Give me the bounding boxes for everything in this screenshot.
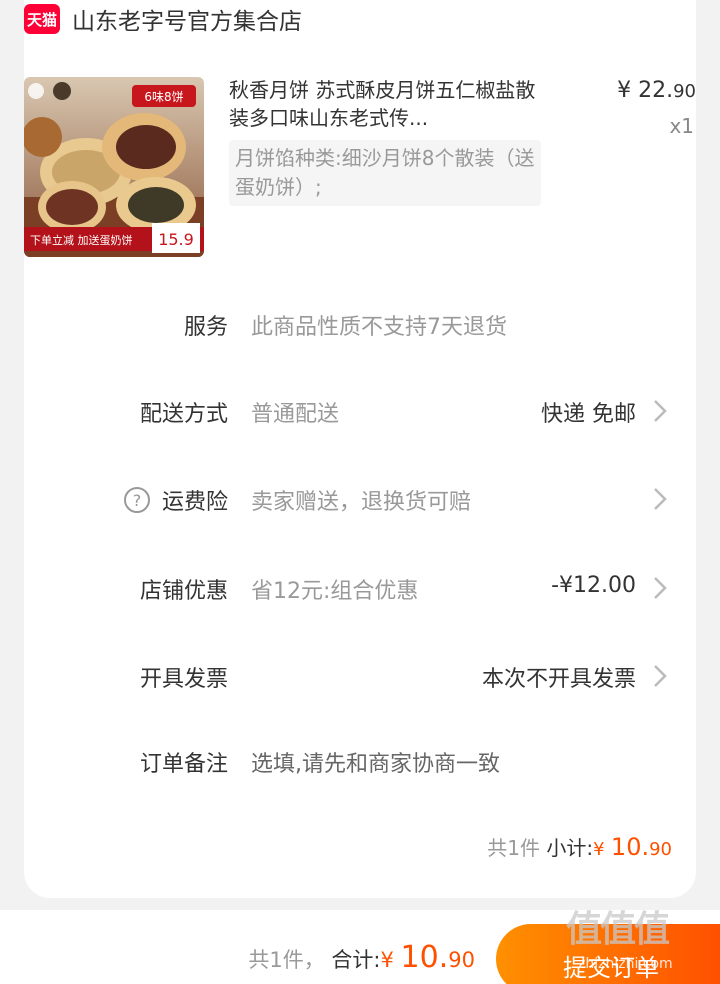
invoice-value[interactable]: 本次不开具发票 xyxy=(482,661,636,693)
chevron-right-icon[interactable] xyxy=(650,573,670,603)
delivery-value: 普通配送 xyxy=(251,402,340,427)
invoice-row[interactable]: 开具发票 本次不开具发票 xyxy=(24,655,696,695)
chevron-right-icon[interactable] xyxy=(650,396,670,426)
insurance-label-wrap: ? 运费险 xyxy=(123,484,228,516)
product-price: ¥ 22.90 xyxy=(617,78,696,103)
watermark-sub: zhizhizhi.com xyxy=(578,956,673,972)
subtotal-int: 10. xyxy=(610,833,650,861)
shop-name[interactable]: 山东老字号官方集合店 xyxy=(72,2,302,36)
product-quantity: x1 xyxy=(669,114,694,138)
image-promo: 下单立减 加送蛋奶饼 xyxy=(30,233,133,247)
subtotal-count: 共1件 xyxy=(487,836,540,860)
subtotal-symbol: ¥ xyxy=(593,839,605,860)
chevron-right-icon[interactable] xyxy=(650,661,670,691)
watermark: 值值值 xyxy=(566,909,670,950)
service-value: 此商品性质不支持7天退货 xyxy=(251,315,507,340)
tmall-logo: 天猫 xyxy=(24,4,60,34)
chevron-right-icon[interactable] xyxy=(650,484,670,514)
price-dec: 90 xyxy=(673,81,696,102)
order-total: 共1件， 合计:¥ 10.90 xyxy=(248,940,475,975)
note-label: 订单备注 xyxy=(139,752,228,777)
image-promo-price: 15.9 xyxy=(158,230,194,249)
total-dec: 90 xyxy=(448,948,475,972)
delivery-row[interactable]: 配送方式 普通配送 快递 免邮 xyxy=(24,390,696,430)
price-int: 22. xyxy=(638,78,674,103)
insurance-label: 运费险 xyxy=(161,490,228,515)
subtotal-label: 小计: xyxy=(546,836,594,860)
delivery-label: 配送方式 xyxy=(139,402,228,427)
service-row: 服务 此商品性质不支持7天退货 xyxy=(24,303,696,343)
total-count: 共1件， xyxy=(248,948,325,972)
insurance-value: 卖家赠送，退换货可赔 xyxy=(251,490,472,515)
help-icon[interactable]: ? xyxy=(123,487,150,513)
insurance-row[interactable]: ? 运费险 卖家赠送，退换货可赔 xyxy=(24,478,696,518)
product-sku[interactable]: 月饼馅种类:细沙月饼8个散装（送蛋奶饼）; xyxy=(229,140,541,206)
discount-row[interactable]: 店铺优惠 省12元:组合优惠 -¥12.00 xyxy=(24,567,696,607)
note-input[interactable]: 选填,请先和商家协商一致 xyxy=(251,746,500,778)
subtotal-dec: 90 xyxy=(649,839,672,860)
discount-label: 店铺优惠 xyxy=(139,579,228,604)
total-int: 10. xyxy=(400,940,449,975)
mooncake-image: 6味8饼 下单立减 加送蛋奶饼 15.9 xyxy=(24,77,204,257)
price-symbol: ¥ xyxy=(617,78,632,103)
shop-header[interactable]: 天猫 山东老字号官方集合店 xyxy=(24,2,302,36)
service-label: 服务 xyxy=(183,315,228,340)
discount-value: 省12元:组合优惠 xyxy=(251,579,419,604)
product-image[interactable]: 6味8饼 下单立减 加送蛋奶饼 15.9 xyxy=(24,77,204,257)
total-label: 合计: xyxy=(331,948,381,972)
total-symbol: ¥ xyxy=(380,948,394,972)
delivery-method[interactable]: 快递 免邮 xyxy=(541,396,636,428)
product-title[interactable]: 秋香月饼 苏式酥皮月饼五仁椒盐散装多口味山东老式传... xyxy=(229,76,539,132)
image-tag: 6味8饼 xyxy=(144,90,183,104)
discount-amount[interactable]: -¥12.00 xyxy=(551,573,636,598)
invoice-label: 开具发票 xyxy=(139,667,228,692)
note-row[interactable]: 订单备注 选填,请先和商家协商一致 xyxy=(24,740,696,780)
subtotal: 共1件 小计:¥ 10.90 xyxy=(487,832,672,861)
